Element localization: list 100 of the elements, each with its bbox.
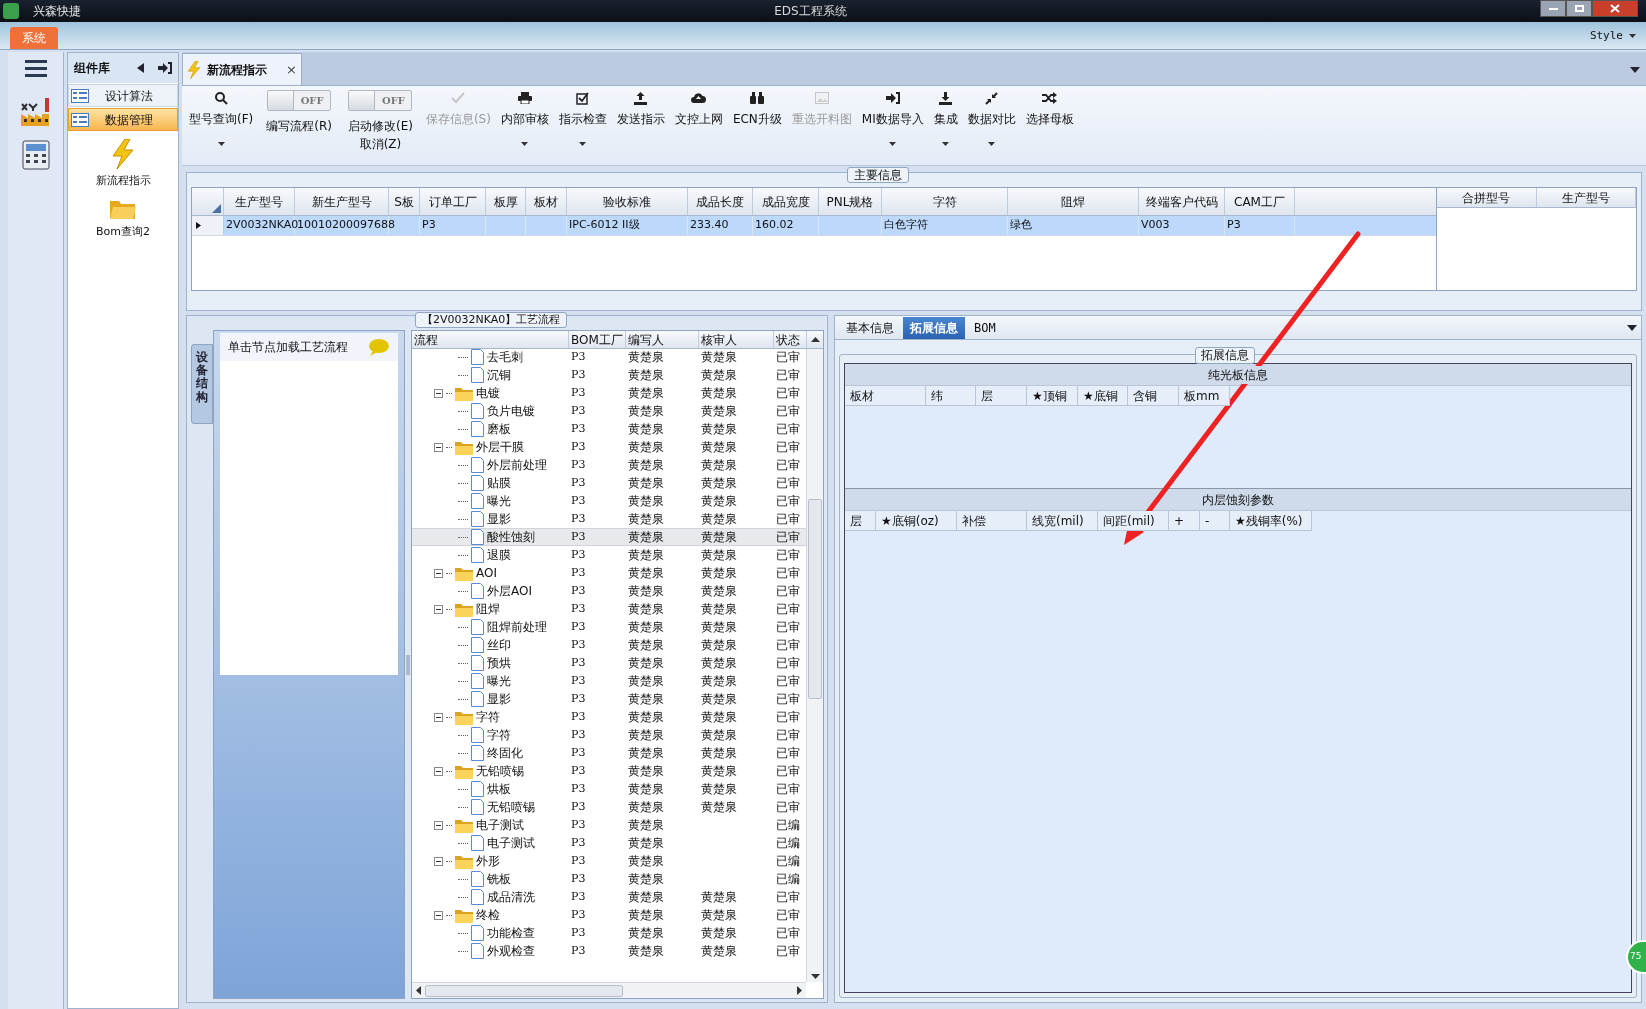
tree-row[interactable]: 烘板 P3 黄楚泉 黄楚泉 已审 [412,780,806,798]
collapse-left-icon[interactable] [137,63,144,73]
tree-node-label[interactable]: 预烘 [487,654,511,672]
column-header[interactable]: 间距(mil) [1098,511,1169,531]
vertical-scrollbar[interactable] [806,349,823,982]
column-header[interactable]: 阻焊 [1008,188,1139,215]
expander-icon[interactable] [434,568,443,578]
style-menu[interactable]: Style [1589,27,1636,44]
document-tab[interactable]: 新流程指示 × [182,53,302,85]
column-header[interactable]: 成品宽度 [753,188,819,215]
panel-item[interactable]: 数据管理 [68,108,178,131]
tree-node-label[interactable]: 无铅喷锡 [476,762,524,780]
column-header[interactable]: 生产型号 [1536,188,1636,207]
tree-node-label[interactable]: 成品清洗 [487,888,535,906]
tree-node-label[interactable]: AOI [476,564,497,582]
column-header[interactable]: 验收标准 [567,188,688,215]
tree-row[interactable]: 外观检查 P3 黄楚泉 黄楚泉 已审 [412,942,806,960]
toggle-switch[interactable]: OFF [348,90,413,111]
tree-row[interactable]: 预烘 P3 黄楚泉 黄楚泉 已审 [412,654,806,672]
column-header[interactable]: 核审人 [699,331,774,348]
tree-row[interactable]: 阻焊前处理 P3 黄楚泉 黄楚泉 已审 [412,618,806,636]
tree-row[interactable]: 铣板 P3 黄楚泉 已编 [412,870,806,888]
column-header[interactable]: ★底铜 [1078,386,1128,406]
column-header[interactable]: 生产型号 [224,188,295,215]
tree-row[interactable]: 无铅喷锡 P3 黄楚泉 黄楚泉 已审 [412,798,806,816]
tree-node-label[interactable]: 铣板 [487,870,511,888]
tree-row[interactable]: 外形 P3 黄楚泉 已编 [412,852,806,870]
scroll-left-icon[interactable] [416,986,421,995]
column-header[interactable]: 编写人 [626,331,699,348]
column-header[interactable]: 层 [976,386,1027,406]
tree-node-label[interactable]: 曝光 [487,492,511,510]
tree-row[interactable]: 阻焊 P3 黄楚泉 黄楚泉 已审 [412,600,806,618]
tree-row[interactable]: 曝光 P3 黄楚泉 黄楚泉 已审 [412,492,806,510]
tree-node-label[interactable]: 曝光 [487,672,511,690]
tree-node-label[interactable]: 外层前处理 [487,456,547,474]
vertical-tab[interactable]: 设备结构 [191,344,213,424]
column-header[interactable]: 板mm [1179,386,1230,406]
tree-node-label[interactable]: 阻焊 [476,600,500,618]
tree-node-label[interactable]: 外形 [476,852,500,870]
column-header[interactable]: 流程 [412,331,569,348]
column-header[interactable]: 板材 [526,188,567,215]
tree-node-label[interactable]: 外层AOI [487,582,532,600]
expander-icon[interactable] [434,712,443,722]
expander-icon[interactable] [434,442,443,452]
table-row[interactable]: 2V0032NKA010010200097688 P3 IPC-6012 II级 233.40 160.02 白色字符 绿色 V003 P3 [192,216,1436,236]
tree-row[interactable]: 显影 P3 黄楚泉 黄楚泉 已审 [412,510,806,528]
tree-row[interactable]: 贴膜 P3 黄楚泉 黄楚泉 已审 [412,474,806,492]
tree-row[interactable]: 电子测试 P3 黄楚泉 已编 [412,834,806,852]
column-header[interactable]: S板 [389,188,420,215]
calculator-icon[interactable] [21,140,50,170]
tree-row[interactable]: 退膜 P3 黄楚泉 黄楚泉 已审 [412,546,806,564]
tree-node-label[interactable]: 去毛刺 [487,349,523,366]
dropdown-caret-icon[interactable] [1630,67,1640,73]
toolbar-button[interactable]: 文控上网 [669,86,728,160]
horizontal-scrollbar[interactable] [412,982,806,998]
tree-row[interactable]: 负片电镀 P3 黄楚泉 黄楚泉 已审 [412,402,806,420]
toolbar-button[interactable]: 集成 [928,86,963,160]
sign-in-icon[interactable] [158,62,172,74]
column-header[interactable]: 补偿 [957,511,1027,531]
tree-node-label[interactable]: 字符 [487,726,511,744]
column-header[interactable]: PNL规格 [819,188,882,215]
column-header[interactable]: 线宽(mil) [1027,511,1098,531]
expander-icon[interactable] [434,910,443,920]
tree-node-label[interactable]: 丝印 [487,636,511,654]
tree-row[interactable]: 丝印 P3 黄楚泉 黄楚泉 已审 [412,636,806,654]
tool-label[interactable]: Bom查询2 [96,223,150,240]
column-header[interactable]: ★顶铜 [1027,386,1078,406]
column-header[interactable]: CAM工厂 [1225,188,1295,215]
column-header[interactable]: BOM工厂 [569,331,626,348]
panel-item[interactable]: 设计算法 [68,84,178,107]
tree-row[interactable]: 酸性蚀刻 P3 黄楚泉 黄楚泉 已审 [412,528,806,546]
tree-row[interactable]: 磨板 P3 黄楚泉 黄楚泉 已审 [412,420,806,438]
tab[interactable]: 拓展信息 [903,317,965,339]
tree-row[interactable]: 去毛刺 P3 黄楚泉 黄楚泉 已审 [412,349,806,366]
expander-icon[interactable] [434,388,443,398]
toolbar-button[interactable]: 内部审核 [495,86,554,160]
column-header[interactable]: + [1169,511,1200,531]
column-header[interactable]: 字符 [882,188,1008,215]
toolbar-button[interactable]: 选择母板 [1020,86,1079,160]
column-header[interactable]: 订单工厂 [420,188,486,215]
tree-node-label[interactable]: 无铅喷锡 [487,798,535,816]
tree-row[interactable]: 电镀 P3 黄楚泉 黄楚泉 已审 [412,384,806,402]
tree-row[interactable]: 外层AOI P3 黄楚泉 黄楚泉 已审 [412,582,806,600]
toolbar-button[interactable]: 指示检查 [553,86,612,160]
tree-node-label[interactable]: 磨板 [487,420,511,438]
tree-row[interactable]: 沉铜 P3 黄楚泉 黄楚泉 已审 [412,366,806,384]
toggle-switch[interactable]: OFF [267,90,332,111]
expander-icon[interactable] [434,856,443,866]
column-header[interactable]: 层 [845,511,876,531]
tree-node-label[interactable]: 外观检查 [487,942,535,960]
scroll-up-icon[interactable] [810,337,820,342]
toolbar-button[interactable]: MI数据导入 [856,86,929,160]
menu-icon[interactable] [24,60,47,78]
tree-node-label[interactable]: 功能检查 [487,924,535,942]
tree-row[interactable]: 功能检查 P3 黄楚泉 黄楚泉 已审 [412,924,806,942]
tree-row[interactable]: 外层干膜 P3 黄楚泉 黄楚泉 已审 [412,438,806,456]
column-header[interactable]: 板材 [845,386,926,406]
tab-close-button[interactable]: × [286,59,297,80]
tree-row[interactable]: 字符 P3 黄楚泉 黄楚泉 已审 [412,708,806,726]
tree-node-label[interactable]: 退膜 [487,546,511,564]
